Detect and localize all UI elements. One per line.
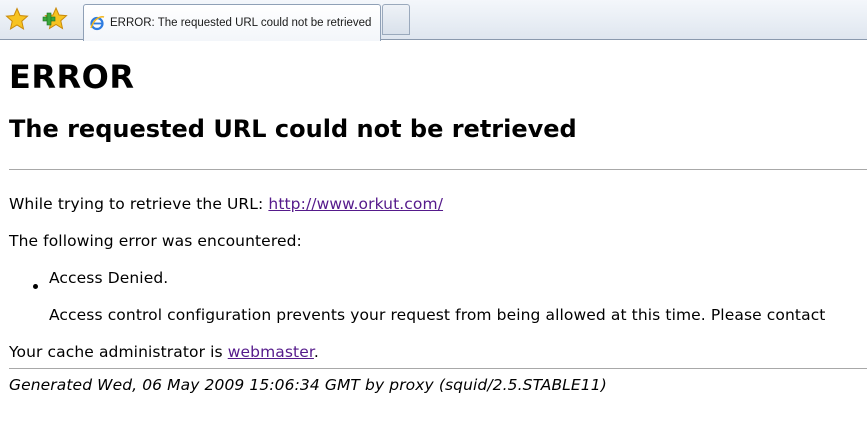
divider [9, 169, 867, 170]
new-tab-button[interactable] [382, 4, 410, 35]
error-subheading: The requested URL could not be retrieved [9, 115, 577, 143]
retrieve-url-line: While trying to retrieve the URL: http:/… [9, 195, 443, 213]
add-to-favorites-button[interactable] [42, 6, 68, 32]
footer-divider [9, 368, 867, 369]
admin-line: Your cache administrator is webmaster. [9, 343, 319, 361]
error-intro: The following error was encountered: [9, 232, 302, 250]
generated-footer: Generated Wed, 06 May 2009 15:06:34 GMT … [9, 376, 607, 394]
bullet [33, 284, 38, 289]
retrieve-url-label: While trying to retrieve the URL: [9, 195, 269, 213]
error-title: Access Denied. [49, 269, 169, 287]
favorites-star-icon [5, 7, 29, 31]
error-heading: ERROR [9, 58, 135, 96]
tab-bar: ERROR: The requested URL could not be re… [0, 0, 867, 41]
requested-url-link[interactable]: http://www.orkut.com/ [268, 195, 443, 213]
webmaster-link[interactable]: webmaster [228, 343, 314, 361]
admin-suffix: . [313, 343, 319, 361]
favorites-button[interactable] [4, 6, 30, 32]
error-detail: Access control configuration prevents yo… [49, 306, 826, 324]
tab-title: ERROR: The requested URL could not be re… [110, 17, 372, 29]
admin-label: Your cache administrator is [9, 343, 228, 361]
tab-error-page[interactable]: ERROR: The requested URL could not be re… [83, 4, 381, 41]
internet-explorer-icon [89, 15, 105, 31]
add-favorite-icon [42, 6, 68, 30]
